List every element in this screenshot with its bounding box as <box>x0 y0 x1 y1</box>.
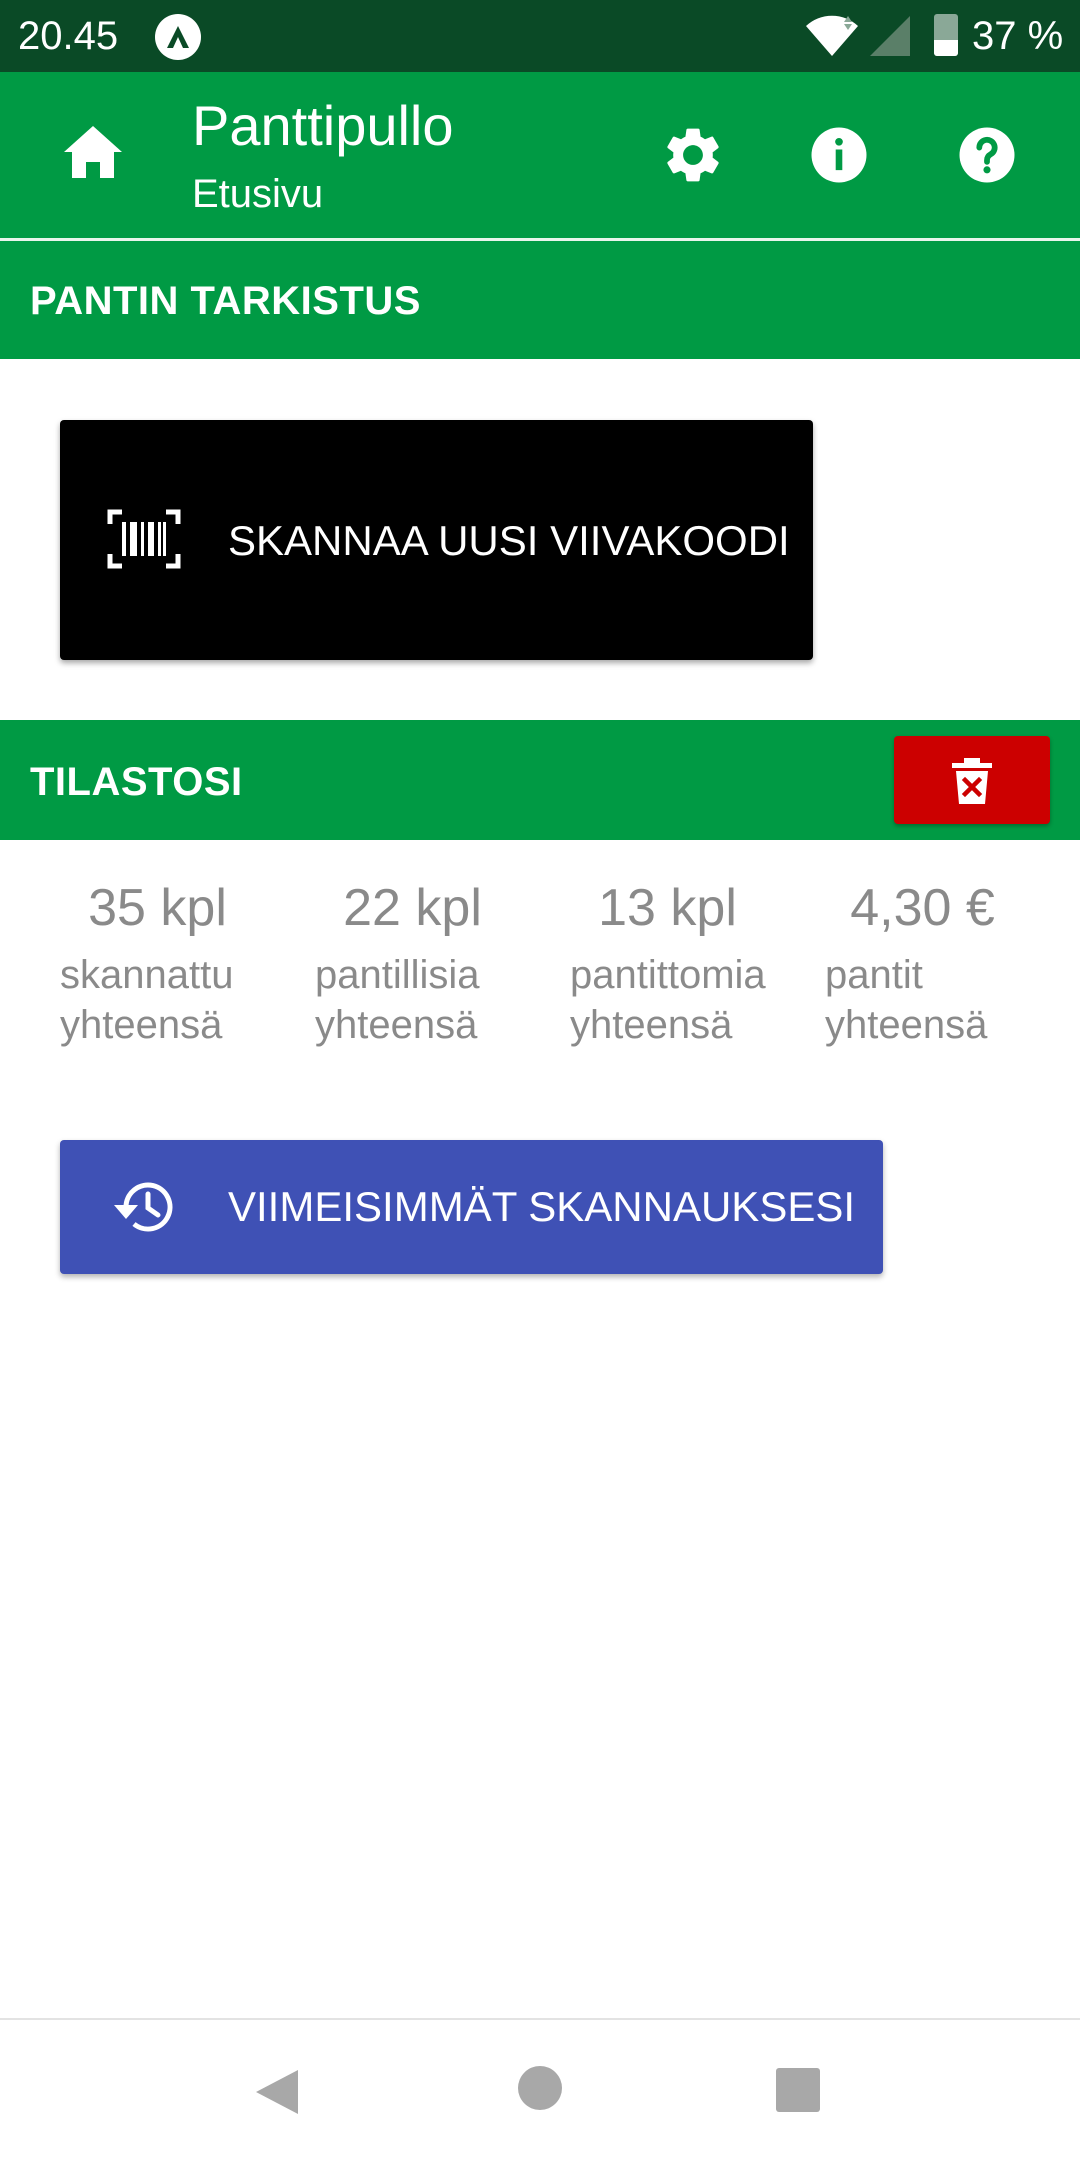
stat-value: 22 kpl <box>343 879 482 937</box>
settings-button[interactable] <box>660 122 726 188</box>
signal-icon <box>870 16 912 61</box>
home-icon[interactable] <box>62 124 124 185</box>
recents-icon[interactable] <box>776 2068 820 2112</box>
stat-no-deposit-total: 13 kpl pantittomia yhteensä <box>570 878 810 1050</box>
stat-value: 13 kpl <box>598 879 737 937</box>
home-circle-icon[interactable] <box>518 2066 562 2110</box>
scan-barcode-button[interactable]: SKANNAA UUSI VIIVAKOODI <box>60 420 813 660</box>
app-bar: Panttipullo Etusivu <box>0 72 1080 238</box>
delete-icon <box>952 758 992 804</box>
system-nav-bar <box>0 2020 1080 2160</box>
stat-value: 35 kpl <box>88 879 227 937</box>
battery-level <box>934 40 958 56</box>
wifi-icon <box>804 14 860 61</box>
scan-barcode-label: SKANNAA UUSI VIIVAKOODI <box>228 517 790 564</box>
stat-label: pantillisia yhteensä <box>315 953 480 1047</box>
info-button[interactable] <box>806 122 872 188</box>
stat-label: skannattu yhteensä <box>60 953 234 1047</box>
help-button[interactable] <box>954 122 1020 188</box>
section-title-stats: TILASTOSI <box>30 760 243 804</box>
info-icon <box>811 127 867 183</box>
app-title: Panttipullo <box>192 94 454 157</box>
section-title-check: PANTIN TARKISTUS <box>30 279 421 323</box>
stat-deposits-sum: 4,30 € pantit yhteensä <box>825 878 1065 1050</box>
history-icon <box>112 1177 176 1242</box>
clear-stats-button[interactable] <box>894 736 1050 824</box>
stat-value: 4,30 € <box>850 879 995 937</box>
app-notification-icon <box>155 14 201 60</box>
stat-label: pantit yhteensä <box>825 953 988 1047</box>
app-subtitle: Etusivu <box>192 172 324 216</box>
stat-scanned-total: 35 kpl skannattu yhteensä <box>60 878 300 1050</box>
gear-icon <box>667 128 719 182</box>
recent-scans-label: VIIMEISIMMÄT SKANNAUKSESI <box>228 1183 856 1230</box>
battery-percent: 37 % <box>972 14 1064 58</box>
help-icon <box>959 127 1015 183</box>
barcode-scan-icon <box>106 508 182 575</box>
recent-scans-button[interactable]: VIIMEISIMMÄT SKANNAUKSESI <box>60 1140 883 1274</box>
stat-deposit-total: 22 kpl pantillisia yhteensä <box>315 878 555 1050</box>
battery-icon <box>934 14 958 56</box>
stat-label: pantittomia yhteensä <box>570 953 766 1047</box>
section-header-check: PANTIN TARKISTUS <box>0 241 1080 359</box>
status-time: 20.45 <box>18 14 119 58</box>
back-icon[interactable] <box>254 2068 300 2121</box>
status-bar: 20.45 37 % <box>0 0 1080 72</box>
